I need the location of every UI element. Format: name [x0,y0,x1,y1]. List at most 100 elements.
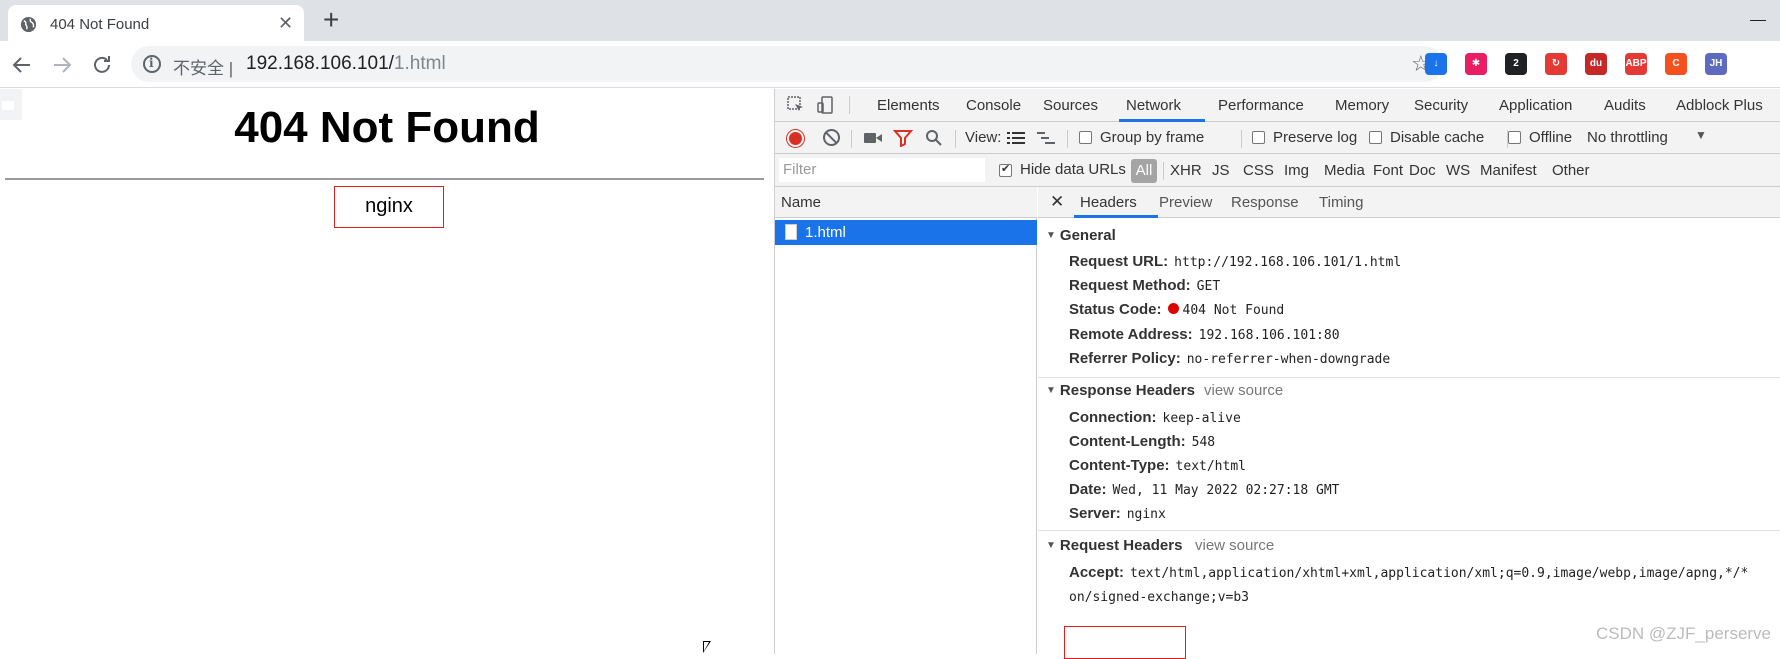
tab-strip: 404 Not Found ✕ + [0,0,1780,41]
detail-tab-response[interactable]: Response [1231,194,1299,211]
filter-type-doc[interactable]: Doc [1409,162,1436,179]
back-arrow-icon[interactable] [10,53,34,77]
response-headers-section-title[interactable]: Response Headers [1046,382,1195,399]
sync-ext-icon[interactable]: ↻ [1545,53,1567,75]
preserve-log-checkbox[interactable] [1252,131,1265,144]
hide-data-urls-checkbox[interactable] [999,162,1012,177]
devtools-tab-console[interactable]: Console [966,97,1021,114]
response-view-source-link[interactable]: view source [1204,382,1283,399]
devtools-tab-performance[interactable]: Performance [1218,97,1304,114]
waterfall-view-icon[interactable] [1037,131,1057,145]
section-divider [1038,377,1780,378]
devtools-tab-elements[interactable]: Elements [877,97,940,114]
devtools-tab-network[interactable]: Network [1126,97,1181,114]
filter-type-other[interactable]: Other [1552,162,1590,179]
header-value: nginx [1126,507,1166,522]
request-view-source-link[interactable]: view source [1195,537,1274,554]
header-key: Request URL: [1069,253,1169,270]
disable-cache-checkbox[interactable] [1369,131,1382,144]
clear-icon[interactable] [823,129,840,146]
mouse-cursor-icon [703,641,711,653]
request-detail: ✕ Headers Preview Response Timing General R… [1038,187,1780,659]
security-label: 不安全 | [173,59,234,78]
minimize-window-button[interactable] [1748,0,1780,30]
general-section-title[interactable]: General [1046,227,1116,244]
notification-ext-icon[interactable]: 2 [1505,53,1527,75]
devtools-tab-sources[interactable]: Sources [1043,97,1098,114]
separator [851,130,852,148]
filter-type-media[interactable]: Media [1324,162,1365,179]
filter-type-font[interactable]: Font [1373,162,1403,179]
header-value: 192.168.106.101:80 [1198,328,1340,343]
header-row: Referrer Policy: no-referrer-when-downgra… [1069,350,1390,367]
header-value: 548 [1191,435,1216,450]
list-view-icon[interactable] [1007,131,1025,145]
filter-type-css[interactable]: CSS [1243,162,1274,179]
request-row[interactable]: 1.html [775,220,1037,245]
header-value: http://192.168.106.101/1.html [1174,255,1402,270]
close-detail-icon[interactable]: ✕ [1050,192,1064,212]
devtools-tab-security[interactable]: Security [1414,97,1468,114]
header-row: Connection: keep-alive [1069,409,1241,426]
filter-type-manifest[interactable]: Manifest [1480,162,1537,179]
devtools-tab-memory[interactable]: Memory [1335,97,1389,114]
header-value: on/signed-exchange;v=b3 [1069,590,1250,605]
screenshot-camera-icon[interactable] [863,131,883,145]
detail-tab-headers[interactable]: Headers [1080,194,1137,211]
header-value: 404 Not Found [1182,303,1285,318]
forward-arrow-icon[interactable] [50,53,74,77]
detail-tab-timing[interactable]: Timing [1319,194,1363,211]
dropdown-arrow-icon[interactable]: ▼ [1695,128,1707,142]
request-headers-section-title[interactable]: Request Headers [1046,537,1183,554]
jh-ext-icon[interactable]: JH [1705,53,1727,75]
record-button[interactable] [787,130,804,147]
devtools-tab-application[interactable]: Application [1499,97,1572,114]
reload-icon[interactable] [90,53,114,77]
header-row: Content-Length: 548 [1069,433,1215,450]
active-detail-tab-indicator [1074,215,1158,218]
preserve-log-label: Preserve log [1273,129,1358,146]
name-column-header[interactable]: Name [775,187,1037,218]
filter-type-xhr[interactable]: XHR [1170,162,1202,179]
separator [955,130,956,148]
c-ext-icon[interactable]: C [1665,53,1687,75]
pinwheel-ext-icon[interactable]: ✱ [1465,53,1487,75]
devtools-tab-audits[interactable]: Audits [1604,97,1646,114]
header-value: GET [1196,279,1221,294]
info-icon[interactable] [143,55,161,73]
devtools-tab-adblock-plus[interactable]: Adblock Plus [1676,97,1763,114]
url-text[interactable]: 192.168.106.101/1.html [246,53,446,75]
header-row: Remote Address: 192.168.106.101:80 [1069,326,1340,343]
search-icon[interactable] [925,129,943,147]
filter-input[interactable]: Filter [779,158,985,182]
header-value: keep-alive [1162,411,1241,426]
device-toolbar-icon[interactable] [815,94,837,116]
detail-tabbar: ✕ Headers Preview Response Timing [1038,187,1780,218]
filter-all-button[interactable]: All [1131,159,1157,183]
browser-tab[interactable]: 404 Not Found ✕ [8,5,304,41]
throttling-select[interactable]: No throttling [1587,129,1668,146]
abp-ext-icon[interactable]: ABP [1625,53,1647,75]
address-bar[interactable]: 不安全 | 192.168.106.101/1.html ☆ [131,46,1443,82]
inspect-element-icon[interactable] [785,94,807,116]
offline-checkbox[interactable] [1508,131,1521,144]
watermark: CSDN @ZJF_perserve [1596,624,1772,643]
du-ext-icon[interactable]: du [1585,53,1607,75]
filter-funnel-icon[interactable] [893,129,913,147]
server-name-text: nginx [365,195,413,217]
header-row: Server: nginx [1069,505,1166,522]
new-tab-button[interactable]: + [323,6,339,34]
filter-type-ws[interactable]: WS [1446,162,1470,179]
header-value: Wed, 11 May 2022 02:27:18 GMT [1112,483,1340,498]
header-key: Date: [1069,481,1107,498]
browser-toolbar: 不安全 | 192.168.106.101/1.html ☆ ↓ ✱ 2 ↻ du ABP… [0,41,1780,88]
download-ext-icon[interactable]: ↓ [1425,53,1447,75]
network-toolbar: View: Group by frame Preserve log Disabl… [775,122,1780,154]
header-key: Request Method: [1069,277,1191,294]
group-by-frame-checkbox[interactable] [1079,131,1092,144]
group-by-frame-label: Group by frame [1100,129,1205,146]
detail-tab-preview[interactable]: Preview [1159,194,1212,211]
filter-type-img[interactable]: Img [1284,162,1309,179]
tab-close-icon[interactable]: ✕ [278,14,293,32]
filter-type-js[interactable]: JS [1212,162,1230,179]
